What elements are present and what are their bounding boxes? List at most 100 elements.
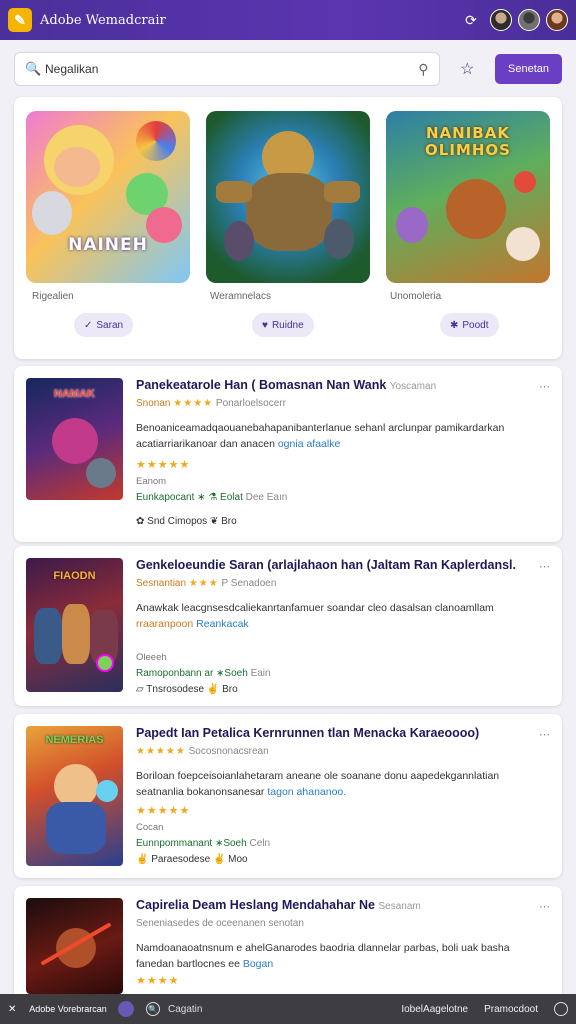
rating-stars: ★★★★★ (136, 746, 186, 757)
game-description: Boriloan foepceisoianlahetaram aneane ol… (136, 768, 536, 800)
search-row: 🔍 Negalikan ⚲ ☆ Senetan (14, 52, 562, 86)
taskbar-item[interactable]: IobelAagelotne (401, 1004, 468, 1015)
app-header: ✎ Adobe Wemadcrair ⟳ (0, 0, 576, 40)
app-icon[interactable] (118, 1001, 134, 1017)
developer-tail: Celn (249, 838, 271, 849)
search-input[interactable]: 🔍 Negalikan ⚲ (14, 52, 440, 86)
search-icon: 🔍 (25, 61, 42, 76)
game-title-text: Capirelia Deam Heslang Mendahahar Ne (136, 898, 375, 912)
game-developer[interactable]: Eunkapocant ∗ ⚗ Eolat Dee Eaın (136, 492, 287, 503)
meta-sub: Ponarloelsocerr (215, 398, 286, 409)
game-card[interactable]: NEMERIAS Papedt Ian Petalica Kernrunnen … (14, 714, 562, 878)
game-title[interactable]: Genkeloeundie Saran (arlajlahaon han (Ja… (136, 558, 536, 572)
featured-tile-image[interactable]: NAINEH (26, 111, 190, 283)
featured-action-label: Ruidne (271, 319, 304, 331)
game-title[interactable]: Panekeatarole Han ( Bomasnan Nan Wank Yo… (136, 378, 536, 392)
character-figure (506, 227, 540, 261)
featured-tile-image[interactable]: NANIBAK OLIMHOS (386, 111, 550, 283)
game-title-text: Papedt Ian Petalica Kernrunnen tlan Mena… (136, 726, 480, 740)
featured-tile-image[interactable] (206, 111, 370, 283)
desc-prefix: rraaranpoon (136, 618, 194, 630)
thumbnail-banner: FIAODN (53, 570, 96, 582)
game-small-text: Eanom (136, 476, 167, 487)
game-title-text: Panekeatarole Han ( Bomasnan Nan Wank (136, 378, 387, 392)
desc-link[interactable]: Bogan (243, 958, 273, 970)
game-developer[interactable]: Eunnpommanant ∗Soeh Celn (136, 838, 270, 849)
game-thumbnail[interactable] (26, 898, 123, 994)
featured-action-button[interactable]: ✓ Saran (74, 313, 134, 337)
game-card[interactable]: FIAODN Genkeloeundie Saran (arlajlahaon … (14, 546, 562, 706)
more-icon[interactable]: ⋯ (539, 728, 550, 741)
game-developer[interactable]: Ramoponbann ar ∗Soeh Eain (136, 668, 271, 679)
desc-link[interactable]: Reankacak (196, 618, 249, 630)
featured-label: Unomoleria (390, 291, 442, 302)
favorite-icon[interactable]: ☆ (452, 53, 484, 85)
orb-icon (96, 780, 118, 802)
game-meta: Sesnantian ★★★ P Senadoen (136, 578, 276, 589)
rating-stars: ★★★★★ (136, 805, 191, 817)
character-figure (396, 207, 428, 243)
developer-text: Ramoponbann ar ∗Soeh (136, 668, 248, 679)
character-figure (514, 171, 536, 193)
featured-action-label: Saran (96, 319, 124, 331)
pin-icon[interactable]: ⚲ (418, 61, 428, 78)
featured-label: Weramnelacs (210, 291, 271, 302)
rating-stars: ★★★★★ (136, 459, 191, 471)
featured-banner: NAINEH (68, 235, 148, 255)
game-description: Anawkak leacgnsesdcaliekanrtanfamuer soa… (136, 600, 536, 632)
rating-stars: ★★★ (188, 578, 219, 589)
game-meta: Seneniasedes de oceenanen senotan (136, 918, 304, 929)
avatar[interactable] (518, 9, 540, 31)
search-button[interactable]: Senetan (495, 54, 562, 84)
avatar[interactable] (490, 9, 512, 31)
game-tags: ▱ Tnsrosodese ✌ Bro (136, 684, 238, 695)
character-body (46, 802, 106, 854)
character-arm (324, 181, 360, 203)
game-card[interactable]: Capirelia Deam Heslang Mendahahar Ne Ses… (14, 886, 562, 994)
character-figure (34, 608, 62, 664)
more-icon[interactable]: ⋯ (539, 560, 550, 573)
app-logo-icon[interactable]: ✎ (8, 8, 32, 32)
character-figure (32, 191, 72, 235)
game-small-text: Cocan (136, 822, 164, 833)
taskbar-app[interactable]: Adobe Vorebrarcan (26, 998, 110, 1020)
game-tags: ✿ Snd Cimopos ❦ Bro (136, 516, 237, 527)
featured-action-button[interactable]: ✱ Poodt (440, 313, 499, 337)
game-title[interactable]: Capirelia Deam Heslang Mendahahar Ne Ses… (136, 898, 536, 912)
notification-icon[interactable] (554, 1002, 568, 1016)
developer-tail: Eain (250, 668, 271, 679)
heart-icon: ♥ (262, 319, 268, 331)
desc-text: Namdoanaoatnsnum e ahelGanarodes baodria… (136, 942, 510, 970)
app-title: Adobe Wemadcrair (40, 12, 166, 28)
game-card[interactable]: NAMAK Panekeatarole Han ( Bomasnan Nan W… (14, 366, 562, 542)
more-icon[interactable]: ⋯ (539, 380, 550, 393)
character-body (246, 173, 332, 251)
game-small-text: Oleeeh (136, 652, 167, 663)
featured-action-label: Poodt (462, 319, 489, 331)
game-thumbnail[interactable]: FIAODN (26, 558, 123, 692)
desc-link[interactable]: ognia afaalke (278, 438, 340, 450)
check-icon: ✓ (84, 319, 93, 331)
taskbar-item[interactable]: Pramocdoot (484, 1004, 538, 1015)
featured-banner: NANIBAK OLIMHOS (425, 124, 511, 159)
character-figure (224, 221, 254, 261)
game-thumbnail[interactable]: NAMAK (26, 378, 123, 500)
game-meta: Snonan ★★★★ Ponarloelsocerr (136, 398, 286, 409)
featured-section: NAINEH Rigealien ✓ Saran Weramnelacs ♥ R… (14, 97, 562, 359)
desc-link[interactable]: tagon ahananoo. (267, 786, 346, 798)
more-icon[interactable]: ⋯ (539, 900, 550, 913)
search-value[interactable]: Negalikan (45, 62, 418, 76)
game-thumbnail[interactable]: NEMERIAS (26, 726, 123, 866)
meta-sub: P Senadoen (221, 578, 277, 589)
taskbar-search-label: Cagatin (168, 1003, 203, 1015)
meta-sub: Socosnonacsrean (188, 746, 269, 757)
taskbar-search[interactable]: 🔍 Cagatin (146, 1002, 202, 1016)
avatar[interactable] (546, 9, 568, 31)
game-title-tail: Sesanam (378, 901, 421, 912)
featured-action-button[interactable]: ♥ Ruidne (252, 313, 314, 337)
refresh-icon[interactable]: ⟳ (458, 12, 484, 29)
close-icon[interactable]: ✕ (8, 1004, 22, 1015)
game-title-tail: Yoscaman (389, 381, 437, 392)
game-meta: ★★★★★ Socosnonacsrean (136, 746, 269, 757)
game-title[interactable]: Papedt Ian Petalica Kernrunnen tlan Mena… (136, 726, 536, 740)
